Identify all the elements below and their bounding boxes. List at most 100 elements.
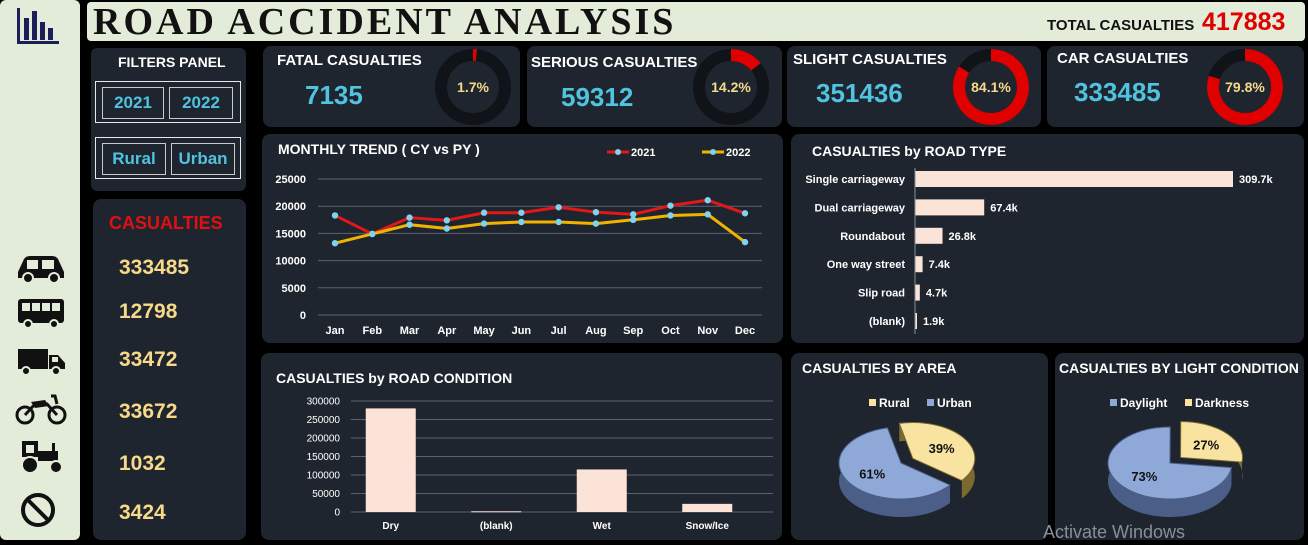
data-label: 4.7k [926,288,948,300]
legend-swatch [1110,399,1117,406]
area-filter: Rural Urban [95,137,241,179]
pie-data-label: 27% [1193,437,1219,452]
bus-casualties-value: 12798 [119,300,178,323]
y-tick-label: 300000 [307,397,341,408]
filter-area-rural[interactable]: Rural [102,143,166,175]
legend-label: Daylight [1120,396,1167,410]
title-bar: ROAD ACCIDENT ANALYSIS TOTAL CASUALTIES … [87,1,1305,43]
kpi-fatal-label: FATAL CASUALTIES [277,52,422,69]
filter-year-2021[interactable]: 2021 [102,87,164,119]
car-icon[interactable] [14,252,68,284]
road-condition-panel: CASUALTIES by ROAD CONDITION 300000 250000… [261,353,782,540]
x-tick-label: Oct [661,325,680,337]
y-tick-label: 0 [300,310,306,322]
y-tick-label: 150000 [307,452,341,463]
legend-swatch [927,399,934,406]
bar [365,408,416,512]
no-entry-icon[interactable] [20,492,56,528]
category-label: One way street [827,259,906,271]
y-tick-label: 10000 [275,256,306,268]
category-label: Slip road [858,288,905,300]
donut-percent-label: 84.1% [971,79,1011,95]
category-label: Single carriageway [805,174,906,186]
road-type-chart: CASUALTIES by ROAD TYPE Single carriagewa… [805,143,1274,334]
donut-percent-label: 14.2% [711,79,751,95]
pie-data-label: 39% [929,441,955,456]
monthly-trend-chart: MONTHLY TREND ( CY vs PY ) 25000 20000 1500… [275,141,762,337]
x-tick-label: Jun [512,325,532,337]
bar [682,503,733,512]
y-tick-label: 50000 [312,489,340,500]
category-label: (blank) [869,316,905,328]
pie-data-label: 73% [1131,469,1157,484]
data-point [331,239,339,247]
kpi-car-donut: 79.8% [1207,49,1283,125]
kpi-slight: SLIGHT CASUALTIES 351436 84.1% [787,46,1041,127]
other-casualties-value: 3424 [119,501,166,524]
filters-panel: FILTERS PANEL 2021 2022 Rural Urban [91,48,246,191]
data-point [518,218,525,226]
data-point [443,225,451,232]
data-point [741,238,749,246]
chart-title: MONTHLY TREND ( CY vs PY ) [278,141,480,157]
data-point [592,220,600,227]
kpi-slight-label: SLIGHT CASUALTIES [793,51,947,68]
kpi-fatal: FATAL CASUALTIES 7135 1.7% [263,46,520,127]
kpi-fatal-donut: 1.7% [435,49,511,125]
data-point [480,209,488,216]
data-point [518,209,525,216]
bar [915,284,920,301]
truck-casualties-value: 33472 [119,348,178,371]
bus-icon[interactable] [16,297,66,329]
y-tick-label: 100000 [307,471,341,482]
legend-marker [710,149,716,155]
y-tick-label: 200000 [307,434,341,445]
data-point [443,217,451,224]
y-tick-label: 25000 [275,174,306,186]
data-point [480,220,488,227]
kpi-car-value: 333485 [1074,77,1161,107]
data-point [406,214,413,221]
chart-title: CASUALTIES BY LIGHT CONDITION [1059,360,1299,376]
filter-year-2022[interactable]: 2022 [169,87,233,119]
legend-label: Urban [937,396,972,410]
donut-fill [730,49,761,71]
donut-percent-label: 1.7% [457,79,489,95]
area-pie-chart: CASUALTIES BY AREA Rural Urban 39% 61% [802,360,976,517]
x-tick-label: Sep [623,325,643,337]
kpi-serious-donut: 14.2% [693,49,769,125]
bar-chart-icon[interactable] [15,6,61,46]
sidebar [0,0,80,540]
x-tick-label: Nov [697,325,719,337]
light-pie-chart: CASUALTIES BY LIGHT CONDITION Daylight Dar… [1059,360,1299,517]
x-tick-label: Feb [362,325,382,337]
page-title: ROAD ACCIDENT ANALYSIS [93,1,677,43]
road-condition-chart: CASUALTIES by ROAD CONDITION 300000 250000… [276,370,773,532]
data-point [704,211,711,218]
data-point [741,210,749,217]
legend-swatch [869,399,876,406]
data-point [555,218,562,226]
casualties-panel-title: CASUALTIES [109,213,223,233]
truck-icon[interactable] [16,345,68,377]
chart-title: CASUALTIES BY AREA [802,360,957,376]
legend-swatch [1185,399,1192,406]
chart-title: CASUALTIES by ROAD TYPE [812,143,1006,159]
kpi-serious: SERIOUS CASUALTIES 59312 14.2% [527,46,782,127]
filter-area-urban[interactable]: Urban [171,143,235,175]
tractor-icon[interactable] [16,437,66,475]
data-label: 309.7k [1239,174,1274,186]
total-casualties-value: 417883 [1202,8,1286,36]
data-label: 67.4k [990,202,1018,214]
legend-label: 2021 [631,147,655,159]
data-point [629,216,637,223]
kpi-car: CAR CASUALTIES 333485 79.8% [1047,46,1304,127]
x-tick-label: Wet [593,521,612,532]
donut-percent-label: 79.8% [1225,79,1265,95]
casualties-panel: CASUALTIES 333485 12798 33472 33672 1032… [93,199,246,540]
data-point [667,202,674,209]
kpi-slight-donut: 84.1% [953,49,1029,125]
motorcycle-icon[interactable] [15,390,67,426]
chart-title: CASUALTIES by ROAD CONDITION [276,370,512,386]
kpi-serious-value: 59312 [561,82,634,112]
